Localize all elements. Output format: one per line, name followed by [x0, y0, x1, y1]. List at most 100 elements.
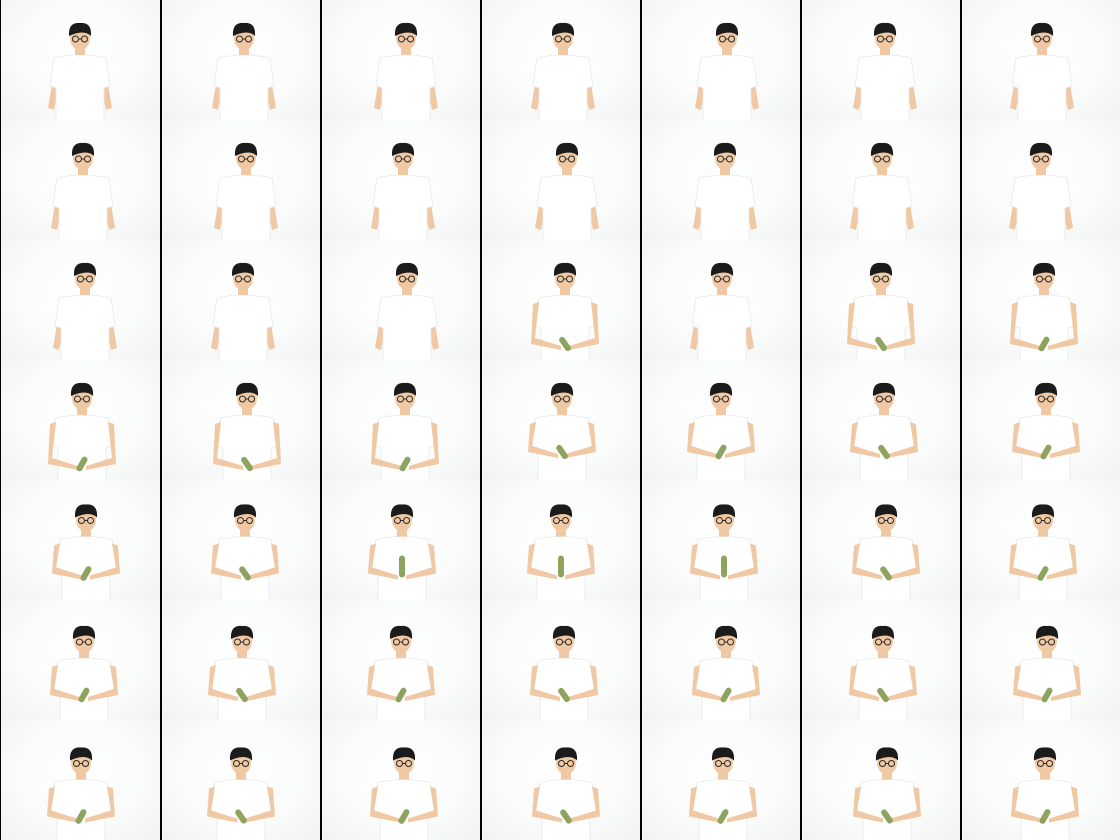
video-frame [0, 480, 160, 600]
video-frame [0, 120, 160, 240]
person-figure [689, 747, 757, 840]
video-frame [320, 120, 480, 240]
video-frame [320, 360, 480, 480]
video-frame [480, 360, 640, 480]
person-figure [53, 262, 117, 360]
cucumber-prop [558, 555, 564, 578]
person-figure [367, 625, 435, 720]
person-figure [52, 504, 120, 600]
person-figure [48, 22, 112, 120]
person-figure [528, 382, 596, 480]
video-frame [320, 480, 480, 600]
video-frame [960, 600, 1120, 720]
video-frame [160, 240, 320, 360]
person-figure [213, 382, 281, 480]
person-figure [211, 262, 275, 360]
person-figure [531, 22, 595, 120]
video-frame [640, 240, 800, 360]
video-frame [800, 720, 960, 840]
video-frame [960, 0, 1120, 120]
person-figure [535, 142, 599, 240]
video-frame [960, 720, 1120, 840]
cucumber-prop [399, 555, 405, 578]
video-frame [640, 720, 800, 840]
video-frame [640, 480, 800, 600]
video-frame [160, 720, 320, 840]
person-figure [695, 22, 759, 120]
video-frame [320, 720, 480, 840]
video-frame [0, 600, 160, 720]
video-frame [320, 240, 480, 360]
video-frame [160, 120, 320, 240]
person-figure [853, 747, 921, 840]
video-frame [480, 480, 640, 600]
video-frame [800, 0, 960, 120]
video-frame [160, 600, 320, 720]
person-figure [1013, 625, 1081, 720]
video-frame [0, 240, 160, 360]
person-figure [692, 625, 760, 720]
video-frame [800, 240, 960, 360]
person-figure [531, 262, 599, 360]
person-figure [852, 504, 920, 600]
person-figure [853, 22, 917, 120]
person-figure [847, 262, 915, 360]
video-frame [960, 360, 1120, 480]
cucumber-prop [721, 555, 727, 578]
person-figure [527, 504, 595, 600]
person-figure [690, 262, 754, 360]
video-frame [800, 480, 960, 600]
video-frame [160, 480, 320, 600]
frame-grid [0, 0, 1120, 840]
video-frame [800, 600, 960, 720]
person-figure [850, 382, 918, 480]
person-figure [208, 625, 276, 720]
video-frame [480, 720, 640, 840]
video-frame [960, 120, 1120, 240]
person-figure [1012, 382, 1080, 480]
video-frame [480, 600, 640, 720]
video-frame [480, 0, 640, 120]
person-figure [47, 747, 115, 840]
video-frame [0, 720, 160, 840]
person-figure [849, 625, 917, 720]
video-frame [960, 240, 1120, 360]
video-frame [640, 600, 800, 720]
person-figure [1010, 262, 1078, 360]
video-frame [480, 240, 640, 360]
person-figure [214, 142, 278, 240]
video-frame [0, 0, 160, 120]
person-figure [532, 747, 600, 840]
person-figure [207, 747, 275, 840]
video-frame [320, 0, 480, 120]
person-figure [371, 382, 439, 480]
person-figure [1009, 142, 1073, 240]
video-frame [160, 360, 320, 480]
person-figure [370, 747, 438, 840]
person-figure [1009, 504, 1077, 600]
video-frame [160, 0, 320, 120]
person-figure [51, 142, 115, 240]
person-figure [530, 625, 598, 720]
person-figure [375, 262, 439, 360]
video-frame [0, 360, 160, 480]
person-figure [48, 382, 116, 480]
video-frame [320, 600, 480, 720]
person-figure [850, 142, 914, 240]
person-figure [1011, 747, 1079, 840]
video-frame [800, 120, 960, 240]
video-frame [480, 120, 640, 240]
person-figure [368, 504, 436, 600]
person-figure [211, 504, 279, 600]
person-figure [687, 382, 755, 480]
video-frame [640, 120, 800, 240]
video-frame [640, 0, 800, 120]
video-frame [960, 480, 1120, 600]
video-frame [640, 360, 800, 480]
video-frame [800, 360, 960, 480]
person-figure [1010, 22, 1074, 120]
person-figure [374, 22, 438, 120]
person-figure [371, 142, 435, 240]
person-figure [690, 504, 758, 600]
person-figure [50, 625, 118, 720]
